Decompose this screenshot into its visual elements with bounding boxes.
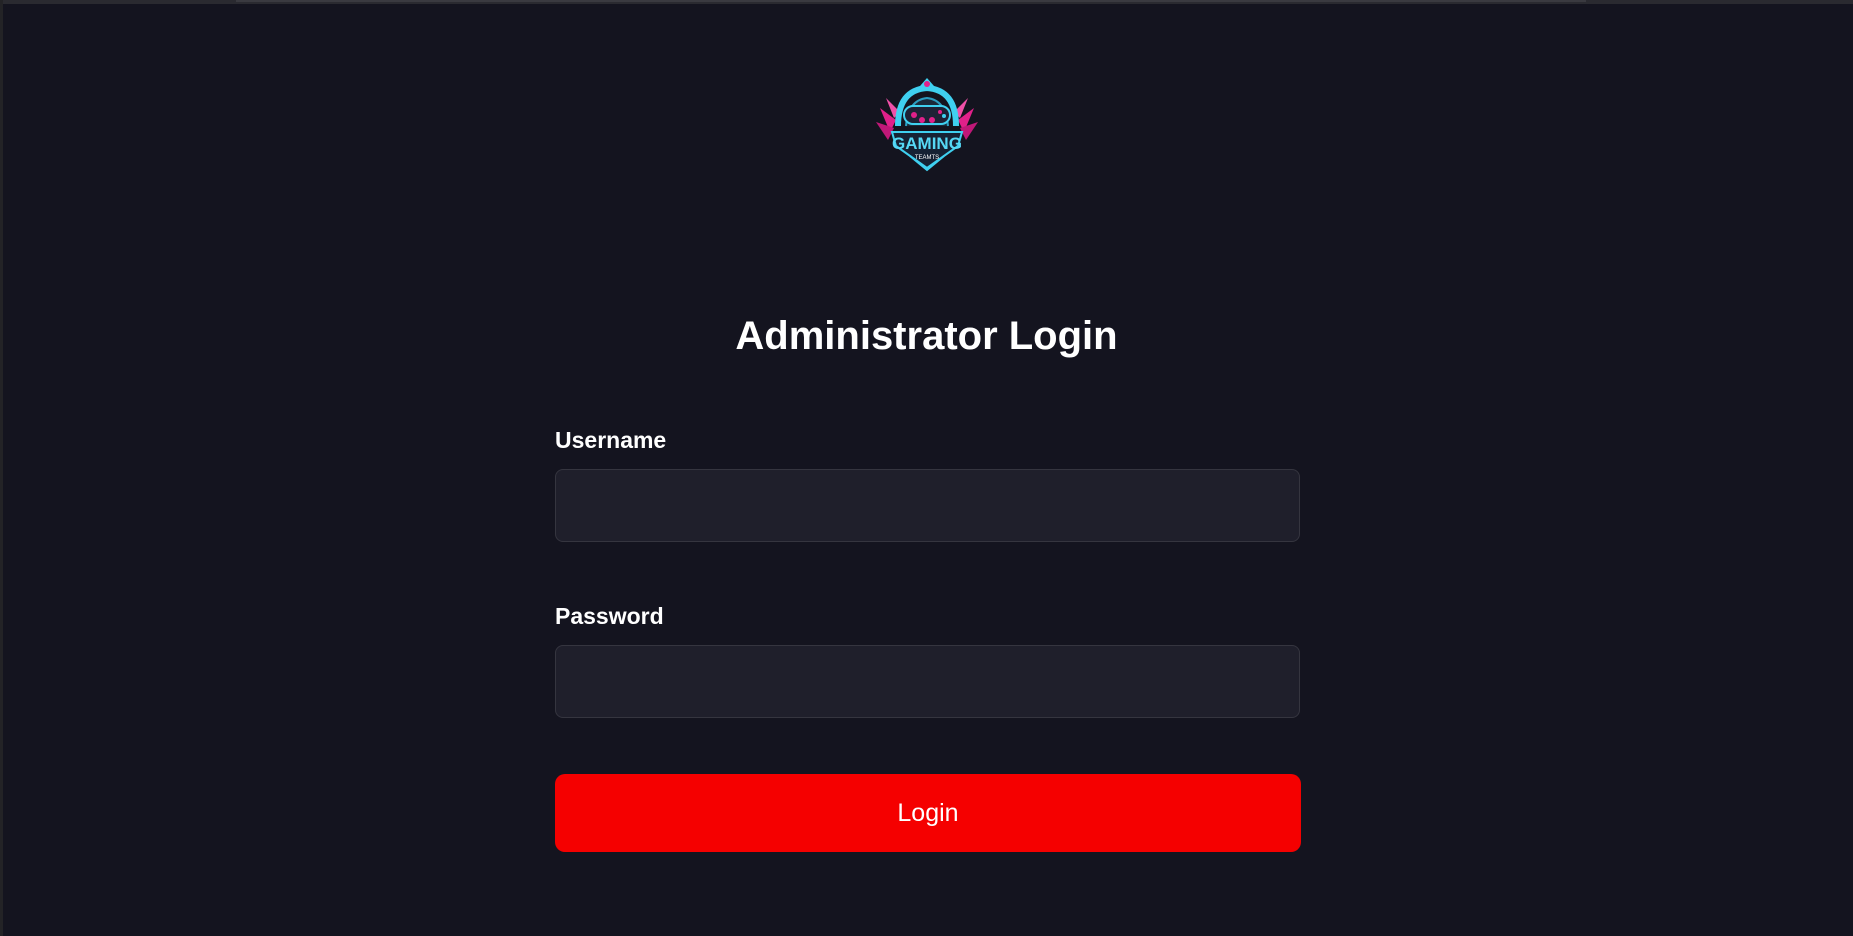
username-label: Username xyxy=(555,427,667,453)
username-input[interactable] xyxy=(555,469,1300,542)
page-title: Administrator Login xyxy=(735,314,1118,358)
logo-graphic: GAMING TEAMTS xyxy=(876,78,978,172)
logo-text: GAMING xyxy=(892,134,962,153)
browser-top-bar xyxy=(0,0,1853,4)
logo-subtext: TEAMTS xyxy=(915,155,939,161)
password-input[interactable] xyxy=(555,645,1300,718)
login-button[interactable]: Login xyxy=(555,774,1301,852)
gaming-logo-icon: GAMING TEAMTS xyxy=(870,76,984,176)
top-bar-highlight xyxy=(236,0,1586,2)
password-label: Password xyxy=(555,603,664,629)
window-left-edge xyxy=(0,0,3,936)
